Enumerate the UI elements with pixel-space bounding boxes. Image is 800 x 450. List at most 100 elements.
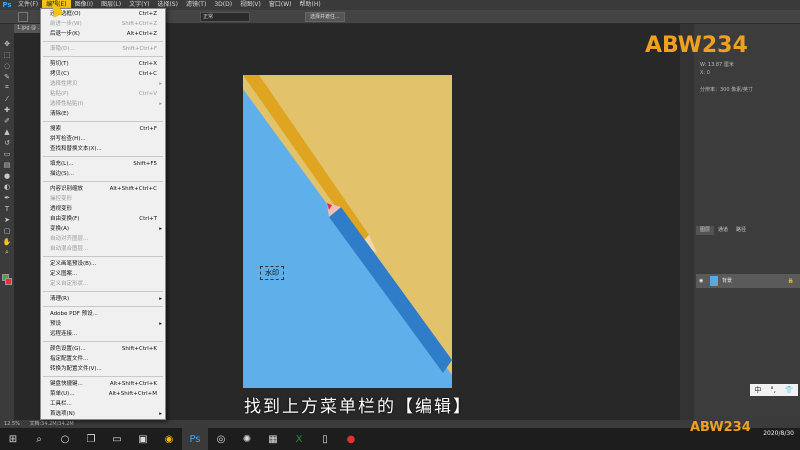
menu-item-shortcut: Shift+F5 bbox=[133, 161, 157, 167]
edit-menu-item[interactable]: 远程连接... bbox=[41, 329, 165, 339]
tab-layers[interactable]: 图层 bbox=[696, 226, 715, 235]
select-and-mask-button[interactable]: 选择并遮住... bbox=[305, 12, 345, 22]
edit-menu-dropdown: 还原选框(O) Ctrl+Z 前进一步(W) Shift+Ctrl+Z 后退一步(K) A… bbox=[40, 8, 166, 420]
folder-icon[interactable]: ▯ bbox=[312, 428, 338, 450]
app-icon[interactable]: ▦ bbox=[260, 428, 286, 450]
edit-menu-item[interactable]: 填充(L)... Shift+F5 bbox=[41, 159, 165, 169]
stamp-tool-icon[interactable]: ▲ bbox=[0, 126, 14, 137]
menu-0[interactable]: 文件(F) bbox=[14, 0, 42, 10]
windows-icon[interactable]: ⊞ bbox=[0, 428, 26, 450]
edit-menu-item[interactable]: 清理(R) ▸ bbox=[41, 294, 165, 304]
site-logo: ABW234 bbox=[645, 33, 748, 58]
submenu-arrow-icon: ▸ bbox=[159, 101, 162, 107]
menu-item-label: 粘贴(P) bbox=[50, 91, 69, 97]
search-icon[interactable]: ⌕ bbox=[26, 428, 52, 450]
menu-item-label: 定义图案... bbox=[50, 271, 78, 277]
marquee-options-icon[interactable] bbox=[18, 12, 28, 22]
menu-item-shortcut: Alt+Shift+Ctrl+M bbox=[108, 391, 157, 397]
menu-item-label: 自动混合图层... bbox=[50, 246, 89, 252]
hand-tool-icon[interactable]: ✋ bbox=[0, 236, 14, 247]
edit-menu-item[interactable]: 后退一步(K) Alt+Ctrl+Z bbox=[41, 29, 165, 39]
marquee-tool-icon[interactable]: ⬚ bbox=[0, 49, 14, 60]
pen-tool-icon[interactable]: ✒ bbox=[0, 192, 14, 203]
edit-menu-item[interactable]: 清除(E) bbox=[41, 109, 165, 119]
menu-separator bbox=[43, 376, 163, 377]
record-icon[interactable]: ● bbox=[338, 428, 364, 450]
tab-channels[interactable]: 通道 bbox=[714, 226, 732, 235]
ime-chinese-mode[interactable]: 中 bbox=[754, 385, 761, 395]
submenu-arrow-icon: ▸ bbox=[159, 296, 162, 302]
edit-menu-item[interactable]: 剪切(T) Ctrl+X bbox=[41, 59, 165, 69]
edit-menu-item[interactable]: 透视变形 bbox=[41, 204, 165, 214]
edit-menu-item[interactable]: 颜色设置(G)... Shift+Ctrl+K bbox=[41, 344, 165, 354]
menu-item-shortcut: Alt+Ctrl+Z bbox=[126, 31, 157, 37]
cinema4d-icon[interactable]: ◎ bbox=[208, 428, 234, 450]
layer-row-background[interactable]: ◉ 背景 🔒 bbox=[696, 274, 800, 288]
menu-separator bbox=[43, 181, 163, 182]
edit-menu-item[interactable]: 搜索 Ctrl+F bbox=[41, 124, 165, 134]
watermark-selection[interactable]: 水印 bbox=[260, 266, 284, 280]
edit-menu-item[interactable]: 转换为配置文件(V)... bbox=[41, 364, 165, 374]
canvas-image[interactable] bbox=[243, 75, 452, 388]
eye-icon[interactable]: ◉ bbox=[699, 274, 703, 288]
edit-menu-item[interactable]: 定义画笔预设(B)... bbox=[41, 259, 165, 269]
menu-8[interactable]: 视图(V) bbox=[236, 0, 265, 10]
eyedropper-tool-icon[interactable]: ⁄ bbox=[0, 93, 14, 104]
zoom-tool-icon[interactable]: ⌕ bbox=[0, 247, 14, 258]
edit-menu-item[interactable]: 查找和替换文本(X)... bbox=[41, 144, 165, 154]
eraser-tool-icon[interactable]: ▭ bbox=[0, 148, 14, 159]
photoshop-icon[interactable]: Ps bbox=[182, 428, 208, 450]
mode-select[interactable]: 正常 bbox=[200, 12, 250, 22]
background-color-swatch[interactable] bbox=[5, 278, 12, 285]
chrome-icon[interactable]: ◉ bbox=[156, 428, 182, 450]
crop-tool-icon[interactable]: ⌗ bbox=[0, 82, 14, 93]
blur-tool-icon[interactable]: ● bbox=[0, 170, 14, 181]
edit-menu-item[interactable]: 自由变换(F) Ctrl+T bbox=[41, 214, 165, 224]
menu-item-shortcut: Ctrl+Z bbox=[138, 11, 157, 17]
edit-menu-item[interactable]: 预设 ▸ bbox=[41, 319, 165, 329]
edit-menu-item[interactable]: 定义图案... bbox=[41, 269, 165, 279]
menu-item-label: 描边(S)... bbox=[50, 171, 75, 177]
excel-icon[interactable]: X bbox=[286, 428, 312, 450]
gradient-tool-icon[interactable]: ▤ bbox=[0, 159, 14, 170]
edit-menu-item[interactable]: 工具栏... bbox=[41, 399, 165, 409]
healing-tool-icon[interactable]: ✚ bbox=[0, 104, 14, 115]
ime-skin-icon[interactable]: 👕 bbox=[785, 386, 794, 394]
menu-10[interactable]: 帮助(H) bbox=[296, 0, 325, 10]
edit-menu-item[interactable]: Adobe PDF 预设... bbox=[41, 309, 165, 319]
menu-7[interactable]: 3D(D) bbox=[210, 0, 236, 10]
ime-punctuation[interactable]: °, bbox=[770, 386, 776, 394]
quick-select-tool-icon[interactable]: ✎ bbox=[0, 71, 14, 82]
edit-menu-item[interactable]: 首选项(N) ▸ bbox=[41, 409, 165, 419]
type-tool-icon[interactable]: T bbox=[0, 203, 14, 214]
menu-item-label: 菜单(U)... bbox=[50, 391, 75, 397]
edit-menu-item[interactable]: 菜单(U)... Alt+Shift+Ctrl+M bbox=[41, 389, 165, 399]
shape-tool-icon[interactable]: ▢ bbox=[0, 225, 14, 236]
brush-tool-icon[interactable]: ✐ bbox=[0, 115, 14, 126]
history-brush-icon[interactable]: ↺ bbox=[0, 137, 14, 148]
menu-item-label: 前进一步(W) bbox=[50, 21, 82, 27]
blender-icon[interactable]: ✺ bbox=[234, 428, 260, 450]
menu-9[interactable]: 窗口(W) bbox=[265, 0, 296, 10]
dodge-tool-icon[interactable]: ◐ bbox=[0, 181, 14, 192]
store-icon[interactable]: ▣ bbox=[130, 428, 156, 450]
lasso-tool-icon[interactable]: ◌ bbox=[0, 60, 14, 71]
tab-paths[interactable]: 路径 bbox=[732, 226, 750, 235]
taskview-icon[interactable]: ❐ bbox=[78, 428, 104, 450]
menu-separator bbox=[43, 41, 163, 42]
explorer-icon[interactable]: ▭ bbox=[104, 428, 130, 450]
edit-menu-item[interactable]: 键盘快捷键... Alt+Shift+Ctrl+K bbox=[41, 379, 165, 389]
edit-menu-item[interactable]: 指定配置文件... bbox=[41, 354, 165, 364]
menu-6[interactable]: 滤镜(T) bbox=[182, 0, 210, 10]
move-tool-icon[interactable]: ✥ bbox=[0, 38, 14, 49]
edit-menu-item[interactable]: 拷贝(C) Ctrl+C bbox=[41, 69, 165, 79]
video-subtitle: 找到上方菜单栏的【编辑】 bbox=[244, 397, 472, 417]
menu-separator bbox=[43, 291, 163, 292]
path-select-tool-icon[interactable]: ➤ bbox=[0, 214, 14, 225]
edit-menu-item[interactable]: 拼写检查(H)... bbox=[41, 134, 165, 144]
edit-menu-item[interactable]: 变换(A) ▸ bbox=[41, 224, 165, 234]
cortana-icon[interactable]: ○ bbox=[52, 428, 78, 450]
edit-menu-item[interactable]: 内容识别缩放 Alt+Shift+Ctrl+C bbox=[41, 184, 165, 194]
menu-item-label: 透视变形 bbox=[50, 206, 73, 212]
edit-menu-item[interactable]: 描边(S)... bbox=[41, 169, 165, 179]
